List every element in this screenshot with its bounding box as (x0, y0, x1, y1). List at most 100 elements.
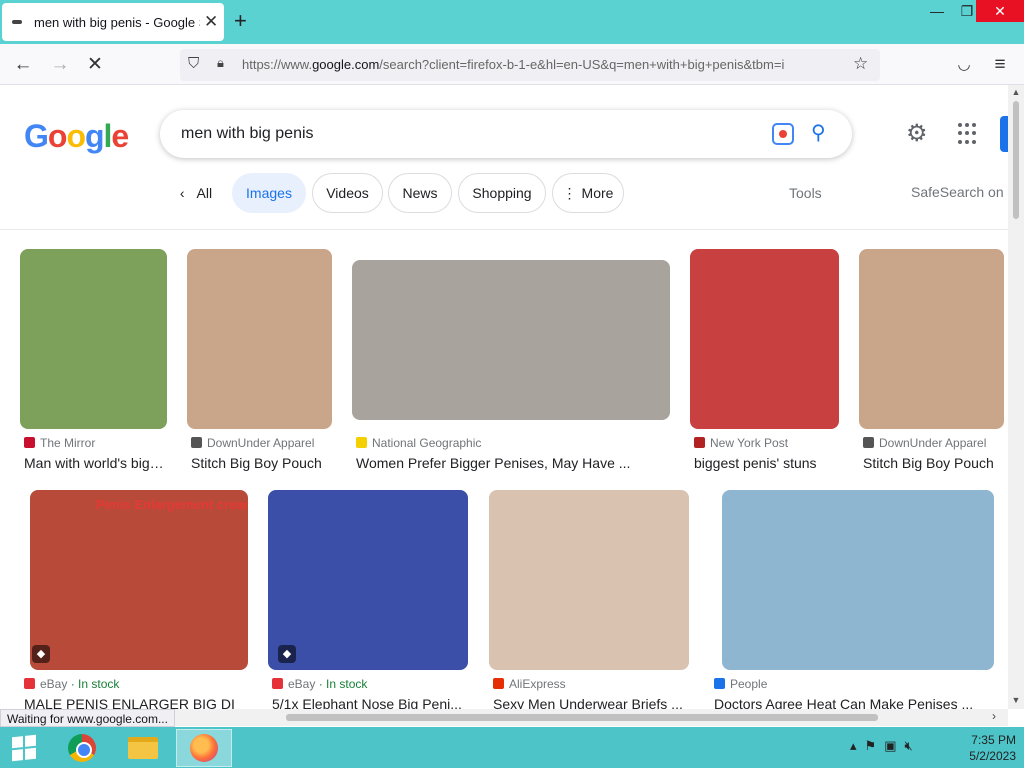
image-result[interactable]: The Mirror Man with world's biggest peni… (20, 249, 170, 479)
google-logo[interactable]: Google (24, 118, 129, 155)
folder-icon (128, 737, 158, 759)
result-image-placeholder (268, 490, 468, 670)
tab-news[interactable]: News (388, 173, 452, 213)
search-icon[interactable]: ⚲ (811, 120, 826, 145)
windows-logo-icon (12, 734, 36, 762)
network-icon[interactable]: ▣ (884, 738, 896, 754)
image-result[interactable]: People Doctors Agree Heat Can Make Penis… (710, 490, 1006, 709)
bookmark-star-icon[interactable]: ☆ (853, 54, 868, 74)
stop-loading-icon[interactable]: ✕ (82, 52, 108, 78)
sign-in-button[interactable] (1000, 116, 1008, 152)
safesearch-button[interactable]: SafeSearch on (911, 184, 1004, 200)
scroll-right-arrow-icon[interactable]: › (992, 709, 996, 723)
search-input[interactable]: men with big penis (181, 125, 314, 143)
result-title[interactable]: Stitch Big Boy Pouch (191, 455, 331, 471)
tab-images[interactable]: Images (232, 173, 306, 213)
result-source[interactable]: The Mirror (40, 436, 95, 450)
volume-muted-icon[interactable]: 🔇︎ (904, 738, 912, 754)
menu-hamburger-icon[interactable]: ≡ (987, 52, 1013, 78)
pocket-icon[interactable]: ◡ (951, 52, 977, 78)
result-thumbnail[interactable]: Penis Enlargement cream (30, 490, 248, 670)
active-tab[interactable]: men with big penis - Google Search ✕ (2, 3, 224, 41)
horizontal-scroll-thumb[interactable] (286, 714, 878, 721)
result-title[interactable]: Doctors Agree Heat Can Make Penises ... (714, 696, 988, 709)
result-thumbnail[interactable] (352, 260, 670, 420)
result-thumbnail[interactable] (187, 249, 332, 429)
address-bar[interactable]: ⛉ 🔒︎ https://www.google.com/search?clien… (180, 49, 880, 81)
image-result[interactable]: Penis Enlargement cream ◆ eBay · In stoc… (20, 490, 250, 709)
result-title[interactable]: 5/1x Elephant Nose Big Peni... (272, 696, 468, 709)
search-box[interactable]: men with big penis ⚲ (160, 110, 852, 158)
result-title[interactable]: Women Prefer Bigger Penises, May Have ..… (356, 455, 656, 471)
result-thumbnail[interactable] (268, 490, 468, 670)
image-result[interactable]: ◆ eBay · In stock 5/1x Elephant Nose Big… (268, 490, 473, 709)
image-result[interactable]: New York Post biggest penis' stuns (690, 249, 840, 479)
result-title[interactable]: Stitch Big Boy Pouch (863, 455, 1003, 471)
gear-icon[interactable]: ⚙ (906, 119, 928, 148)
tab-more-label: More (581, 185, 614, 201)
image-result[interactable]: DownUnder Apparel Stitch Big Boy Pouch (859, 249, 1006, 479)
result-source[interactable]: People (730, 677, 767, 691)
vertical-scrollbar[interactable]: ▲ ▼ (1008, 85, 1024, 709)
taskbar-firefox[interactable] (176, 729, 232, 767)
price-tag-icon: ◆ (32, 645, 50, 663)
firefox-icon (190, 734, 218, 762)
google-lens-camera-icon[interactable] (772, 123, 794, 145)
source-favicon-icon (863, 437, 874, 448)
thumbnail-overlay-text: Penis Enlargement cream (96, 497, 248, 512)
chrome-icon (68, 734, 96, 762)
result-source[interactable]: eBay (40, 677, 67, 691)
image-result[interactable]: AliExpress Sexy Men Underwear Briefs ... (489, 490, 694, 709)
result-title[interactable]: MALE PENIS ENLARGER BIG DI (24, 696, 238, 709)
header-divider (0, 229, 1008, 230)
result-title[interactable]: Man with world's biggest penis (24, 455, 167, 471)
result-thumbnail[interactable] (20, 249, 167, 429)
scroll-down-arrow-icon[interactable]: ▼ (1008, 695, 1024, 705)
result-thumbnail[interactable] (489, 490, 689, 670)
taskbar-file-explorer[interactable] (115, 729, 171, 767)
result-source[interactable]: New York Post (710, 436, 788, 450)
status-bar: Waiting for www.google.com... (0, 709, 175, 727)
back-arrow-icon[interactable]: ← (10, 52, 36, 78)
tab-close-icon[interactable]: ✕ (204, 12, 218, 32)
result-source[interactable]: eBay (288, 677, 315, 691)
clock-date: 5/2/2023 (969, 749, 1016, 763)
source-favicon-icon (714, 678, 725, 689)
window-close-button[interactable]: ✕ (976, 0, 1024, 22)
price-tag-icon: ◆ (278, 645, 296, 663)
source-favicon-icon (493, 678, 504, 689)
result-title[interactable]: Sexy Men Underwear Briefs ... (493, 696, 689, 709)
tab-more[interactable]: ⋮ More (552, 173, 624, 213)
tray-expand-icon[interactable]: ▴ (850, 738, 857, 754)
image-result[interactable]: National Geographic Women Prefer Bigger … (352, 249, 672, 479)
lock-icon[interactable]: 🔒︎ (217, 55, 224, 71)
taskbar-chrome[interactable] (54, 729, 110, 767)
window-minimize-button[interactable]: — (922, 0, 952, 22)
result-source[interactable]: DownUnder Apparel (207, 436, 314, 450)
result-thumbnail[interactable] (859, 249, 1004, 429)
tracking-protection-shield-icon[interactable]: ⛉ (188, 55, 199, 72)
scroll-up-arrow-icon[interactable]: ▲ (1008, 87, 1024, 97)
result-title[interactable]: biggest penis' stuns (694, 455, 834, 471)
tab-all[interactable]: ‹ All (166, 173, 226, 213)
action-center-flag-icon[interactable]: ⚑ (865, 738, 877, 754)
url-text[interactable]: https://www.google.com/search?client=fir… (242, 57, 842, 72)
tab-videos[interactable]: Videos (312, 173, 383, 213)
apps-grid-icon[interactable] (958, 123, 980, 145)
result-source[interactable]: AliExpress (509, 677, 566, 691)
tools-button[interactable]: Tools (789, 185, 822, 201)
search-filter-chips: ‹ All Images Videos News Shopping ⋮ More T… (0, 173, 1008, 215)
result-source[interactable]: National Geographic (372, 436, 481, 450)
vertical-scroll-thumb[interactable] (1013, 101, 1019, 219)
result-thumbnail[interactable] (722, 490, 994, 670)
forward-arrow-icon[interactable]: → (47, 52, 73, 78)
tab-shopping[interactable]: Shopping (458, 173, 546, 213)
image-result[interactable]: DownUnder Apparel Stitch Big Boy Pouch (187, 249, 337, 479)
result-source[interactable]: DownUnder Apparel (879, 436, 986, 450)
new-tab-button[interactable]: + (234, 8, 247, 34)
result-thumbnail[interactable] (690, 249, 839, 429)
url-domain: google.com (312, 57, 380, 72)
start-button[interactable] (0, 729, 48, 767)
source-favicon-icon (694, 437, 705, 448)
clock[interactable]: 7:35 PM 5/2/2023 (950, 732, 1016, 764)
